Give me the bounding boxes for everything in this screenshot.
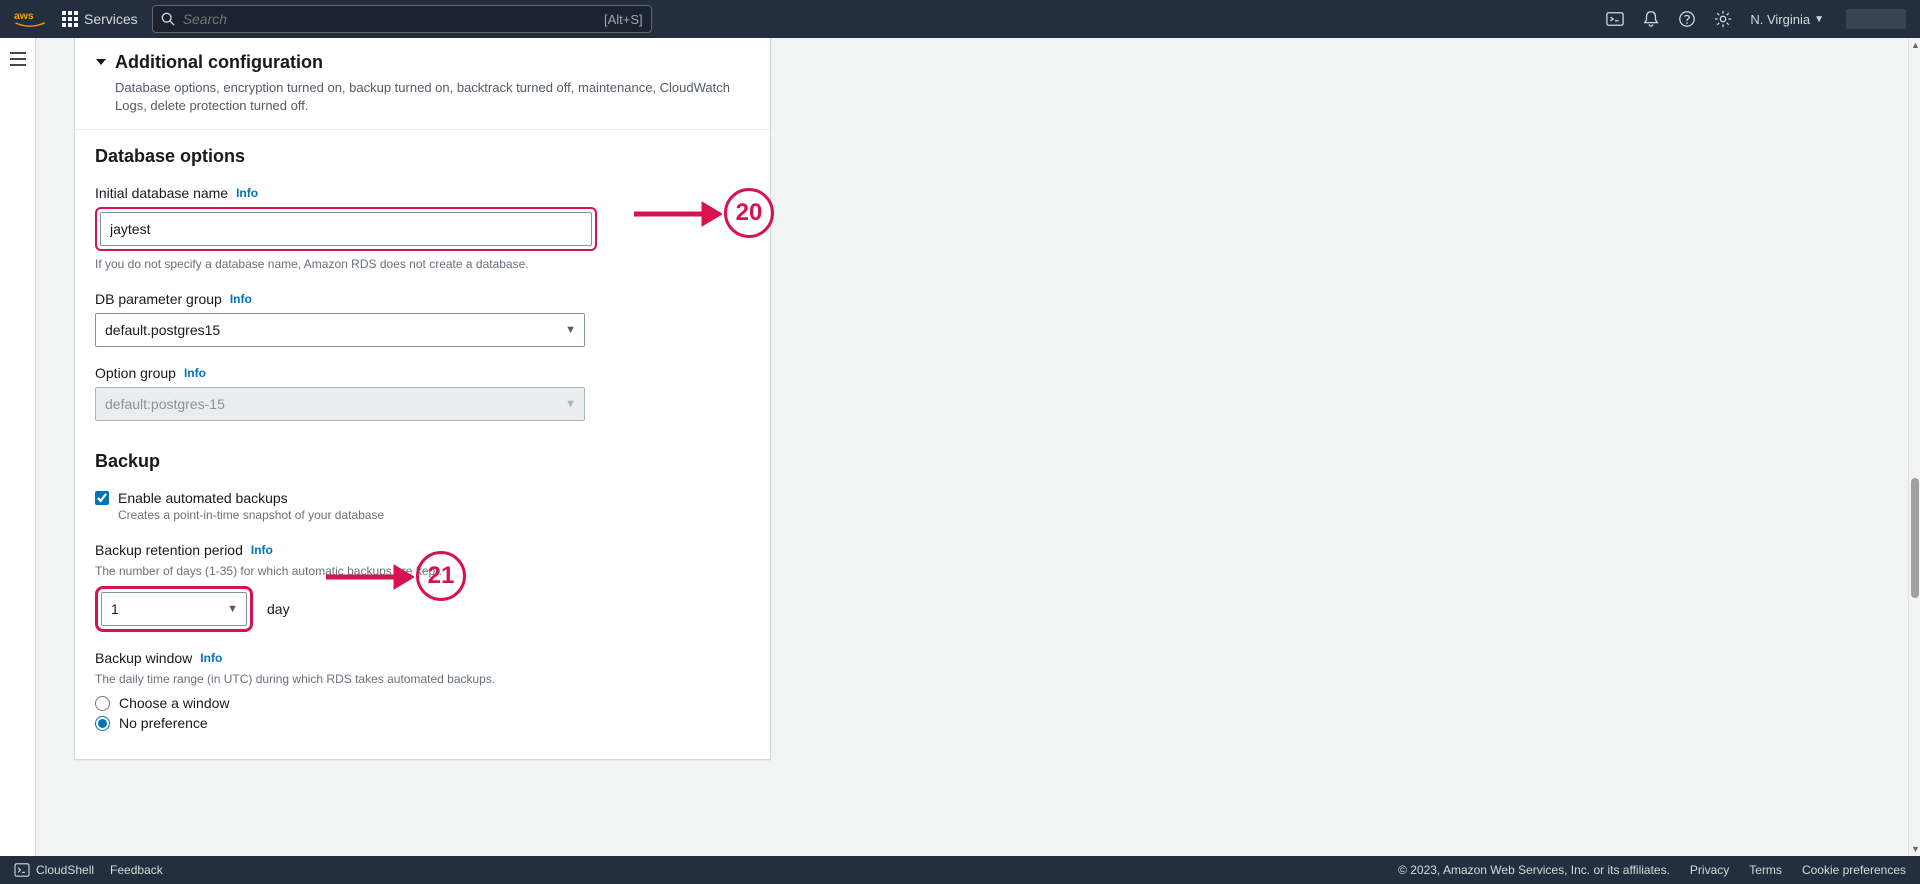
- option-group-field: Option group Info default:postgres-15 ▼: [95, 365, 750, 421]
- global-search[interactable]: [Alt+S]: [152, 5, 652, 33]
- enable-backups-checkbox[interactable]: [95, 491, 109, 505]
- scrollbar-thumb[interactable]: [1911, 478, 1919, 598]
- terms-link[interactable]: Terms: [1749, 863, 1782, 877]
- no-preference-label: No preference: [119, 715, 208, 731]
- choose-window-radio[interactable]: [95, 696, 110, 711]
- retention-period-field: Backup retention period Info The number …: [95, 542, 750, 632]
- copyright-text: © 2023, Amazon Web Services, Inc. or its…: [1398, 863, 1670, 877]
- retention-period-value: 1: [111, 601, 119, 617]
- sidebar-toggle[interactable]: [10, 52, 26, 856]
- search-icon: [161, 12, 175, 26]
- database-options-title: Database options: [95, 146, 750, 167]
- info-link[interactable]: Info: [236, 186, 258, 200]
- scroll-up-icon: ▲: [1911, 40, 1920, 50]
- backup-section: Backup Enable automated backups Creates …: [75, 447, 770, 755]
- database-options-section: Database options Initial database name I…: [75, 129, 770, 447]
- db-parameter-group-value: default.postgres15: [105, 322, 220, 338]
- no-preference-radio[interactable]: [95, 716, 110, 731]
- services-menu[interactable]: Services: [62, 11, 138, 27]
- backup-window-help: The daily time range (in UTC) during whi…: [95, 672, 750, 688]
- db-parameter-group-label: DB parameter group: [95, 291, 222, 307]
- enable-backups-desc: Creates a point-in-time snapshot of your…: [118, 508, 750, 522]
- cloudshell-icon[interactable]: [1606, 10, 1624, 28]
- backup-window-field: Backup window Info The daily time range …: [95, 650, 750, 732]
- caret-down-icon: ▼: [1814, 14, 1824, 25]
- annotation-highlight-21: 1 ▼: [95, 586, 253, 632]
- enable-backups-label: Enable automated backups: [118, 490, 288, 506]
- privacy-link[interactable]: Privacy: [1690, 863, 1729, 877]
- info-link[interactable]: Info: [251, 543, 273, 557]
- backup-title: Backup: [95, 451, 750, 472]
- region-selector[interactable]: N. Virginia ▼: [1750, 12, 1824, 27]
- backup-window-label: Backup window: [95, 650, 192, 666]
- choose-window-label: Choose a window: [119, 695, 230, 711]
- info-link[interactable]: Info: [200, 651, 222, 665]
- settings-icon[interactable]: [1714, 10, 1732, 28]
- additional-config-desc: Database options, encryption turned on, …: [115, 79, 750, 115]
- config-panel: Additional configuration Database option…: [74, 38, 771, 760]
- account-menu[interactable]: [1846, 9, 1906, 29]
- grid-icon: [62, 11, 78, 27]
- initial-db-name-label: Initial database name: [95, 185, 228, 201]
- retention-unit-label: day: [267, 601, 290, 617]
- cloudshell-button[interactable]: CloudShell: [14, 863, 94, 877]
- enable-backups-field: Enable automated backups Creates a point…: [95, 490, 750, 522]
- feedback-link[interactable]: Feedback: [110, 863, 163, 877]
- search-input[interactable]: [183, 11, 604, 27]
- initial-db-name-field: Initial database name Info If you do not…: [95, 185, 750, 273]
- additional-config-header: Additional configuration Database option…: [75, 38, 770, 129]
- annotation-highlight-20: [95, 207, 597, 251]
- expander-toggle[interactable]: [95, 56, 107, 68]
- initial-db-name-input[interactable]: [100, 212, 592, 246]
- option-group-select: default:postgres-15 ▼: [95, 387, 585, 421]
- db-parameter-group-field: DB parameter group Info default.postgres…: [95, 291, 750, 347]
- vertical-scrollbar[interactable]: ▲ ▼: [1908, 38, 1920, 856]
- additional-config-title: Additional configuration: [115, 52, 750, 73]
- cloudshell-label: CloudShell: [36, 863, 94, 877]
- info-link[interactable]: Info: [184, 366, 206, 380]
- aws-logo[interactable]: aws: [14, 9, 46, 29]
- nav-icon-group: [1606, 10, 1732, 28]
- notifications-icon[interactable]: [1642, 10, 1660, 28]
- retention-period-label: Backup retention period: [95, 542, 243, 558]
- region-label: N. Virginia: [1750, 12, 1810, 27]
- footer-bar: CloudShell Feedback © 2023, Amazon Web S…: [0, 856, 1920, 884]
- services-label: Services: [84, 11, 138, 27]
- scroll-down-icon: ▼: [1911, 844, 1920, 854]
- db-parameter-group-select[interactable]: default.postgres15 ▼: [95, 313, 585, 347]
- retention-period-select[interactable]: 1 ▼: [101, 592, 247, 626]
- option-group-value: default:postgres-15: [105, 396, 225, 412]
- initial-db-name-help: If you do not specify a database name, A…: [95, 257, 750, 273]
- help-icon[interactable]: [1678, 10, 1696, 28]
- retention-period-help: The number of days (1-35) for which auto…: [95, 564, 750, 580]
- side-rail: [0, 38, 36, 856]
- svg-text:aws: aws: [14, 11, 34, 22]
- info-link[interactable]: Info: [230, 292, 252, 306]
- search-hotkey: [Alt+S]: [604, 12, 643, 27]
- cookie-preferences-link[interactable]: Cookie preferences: [1802, 863, 1906, 877]
- top-nav: aws Services [Alt+S] N. Virginia ▼: [0, 0, 1920, 38]
- option-group-label: Option group: [95, 365, 176, 381]
- workspace: Additional configuration Database option…: [36, 38, 1920, 856]
